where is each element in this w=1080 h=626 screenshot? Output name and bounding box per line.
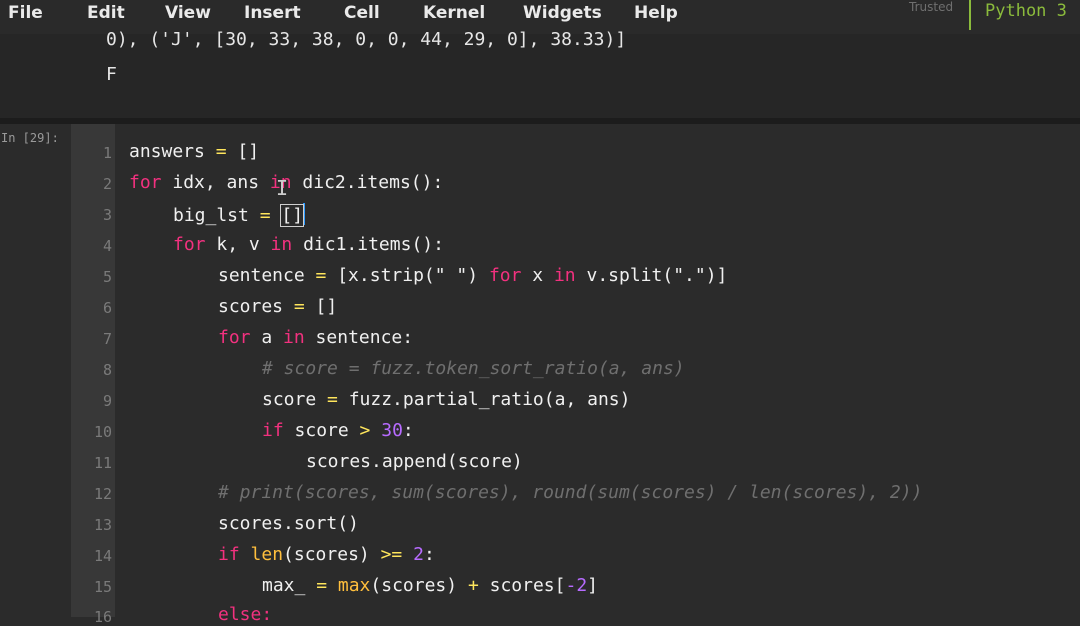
- line-number: 3: [102, 206, 112, 224]
- line-number: 14: [93, 547, 112, 565]
- text-cursor: [303, 203, 306, 225]
- code-line-14: if len(scores) >= 2:: [218, 544, 435, 565]
- trusted-indicator[interactable]: Trusted: [909, 0, 953, 14]
- output-line: F: [106, 64, 117, 85]
- line-number: 8: [102, 361, 112, 379]
- code-line-5: sentence = [x.strip(" ") for x in v.spli…: [218, 265, 728, 286]
- line-number: 7: [102, 330, 112, 348]
- code-line-15: max_ = max(scores) + scores[-2]: [262, 575, 599, 596]
- menu-insert[interactable]: Insert: [244, 2, 301, 24]
- line-number: 12: [93, 485, 112, 503]
- code-line-6: scores = []: [218, 296, 338, 317]
- code-line-10: if score > 30:: [262, 420, 414, 441]
- menu-view[interactable]: View: [165, 2, 211, 24]
- code-line-12: # print(scores, sum(scores), round(sum(s…: [218, 482, 923, 503]
- code-line-9: score = fuzz.partial_ratio(a, ans): [262, 389, 631, 410]
- line-number: 11: [93, 454, 112, 472]
- mouse-ibeam-icon: I: [276, 176, 289, 200]
- line-number: 5: [102, 268, 112, 286]
- output-line: 0), ('J', [30, 33, 38, 0, 0, 44, 29, 0],…: [106, 29, 627, 50]
- line-number: 16: [93, 608, 112, 626]
- line-number: 6: [102, 299, 112, 317]
- previous-cell-output: 0), ('J', [30, 33, 38, 0, 0, 44, 29, 0],…: [0, 29, 1080, 118]
- kernel-name[interactable]: Python 3: [985, 1, 1067, 21]
- code-line-3: big_lst = []: [173, 203, 306, 227]
- kernel-separator: [969, 0, 971, 30]
- code-line-16: else:: [218, 604, 273, 625]
- menu-cell[interactable]: Cell: [344, 2, 380, 24]
- code-line-11: scores.append(score): [306, 451, 523, 472]
- matched-bracket: []: [280, 204, 305, 227]
- menu-widgets[interactable]: Widgets: [523, 2, 602, 24]
- line-number: 15: [93, 578, 112, 596]
- line-number: 2: [102, 175, 112, 193]
- line-number: 13: [93, 516, 112, 534]
- code-line-8: # score = fuzz.token_sort_ratio(a, ans): [262, 358, 685, 379]
- line-number: 10: [93, 423, 112, 441]
- line-number: 4: [102, 237, 112, 255]
- menu-kernel[interactable]: Kernel: [423, 2, 485, 24]
- code-line-1: answers = []: [129, 141, 260, 162]
- cell-prompt: In [29]:: [1, 131, 59, 145]
- menu-edit[interactable]: Edit: [87, 2, 125, 24]
- code-line-4: for k, v in dic1.items():: [173, 234, 444, 255]
- menu-help[interactable]: Help: [634, 2, 678, 24]
- code-line-13: scores.sort(): [218, 513, 359, 534]
- line-number: 1: [102, 144, 112, 162]
- line-number: 9: [102, 392, 112, 410]
- menu-file[interactable]: File: [8, 2, 43, 24]
- code-line-7: for a in sentence:: [218, 327, 414, 348]
